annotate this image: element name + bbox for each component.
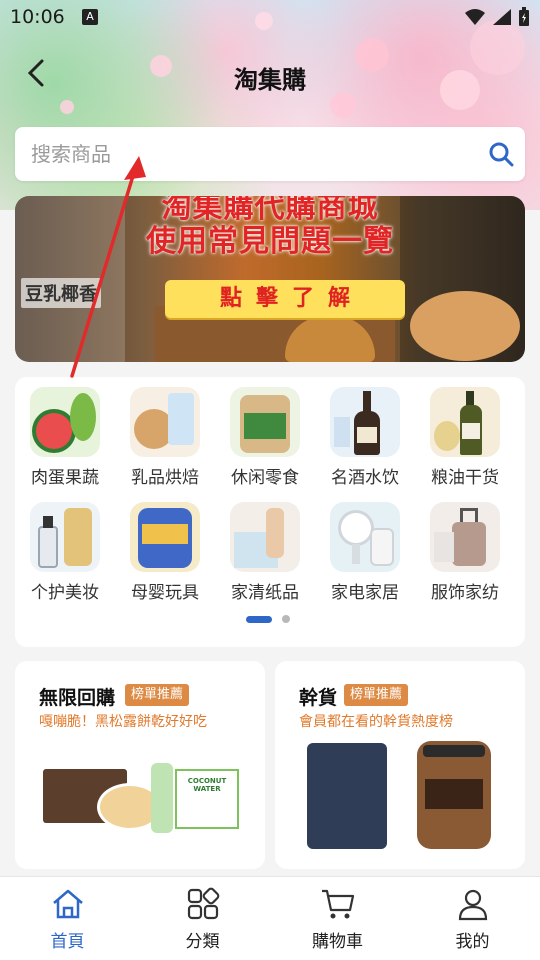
category-label: 乳品烘焙 (131, 468, 199, 488)
nav-label: 購物車 (312, 932, 363, 952)
wine-icon (330, 387, 400, 457)
status-bar: 10:06 A (0, 0, 540, 36)
category-item-fruit-vegetable[interactable]: 肉蛋果蔬 (15, 387, 115, 488)
nav-item-cart[interactable]: 購物車 (270, 877, 405, 960)
promo-card-dried-goods[interactable]: 幹貨 榜單推薦 會員都在看的幹貨熱度榜 (275, 661, 525, 869)
category-item-apparel[interactable]: 服饰家纺 (415, 502, 515, 603)
promo-card-repurchase[interactable]: 無限回購 榜單推薦 嘎嘣脆！黑松露餅乾好好吃 COCONUT WATER (15, 661, 265, 869)
home-icon (52, 889, 83, 919)
nav-label: 首頁 (50, 932, 85, 952)
category-item-appliances[interactable]: 家电家居 (315, 502, 415, 603)
search-input[interactable] (31, 127, 471, 181)
category-label: 母婴玩具 (131, 583, 199, 603)
luggage-icon (430, 502, 500, 572)
notification-icon: A (82, 9, 98, 25)
product-image-jar (417, 741, 491, 849)
category-item-household-paper[interactable]: 家清纸品 (215, 502, 315, 603)
signal-icon (493, 9, 511, 25)
promo-badge: 榜單推薦 (344, 684, 409, 706)
nav-item-profile[interactable]: 我的 (405, 877, 540, 960)
appliance-icon (330, 502, 400, 572)
nav-label: 我的 (455, 932, 490, 952)
product-image-bottle (151, 763, 173, 833)
category-label: 个护美妆 (31, 583, 99, 603)
snack-icon (230, 387, 300, 457)
product-image-bag (307, 743, 387, 849)
carousel-pager (246, 615, 290, 623)
nav-label: 分類 (185, 932, 220, 952)
category-label: 名酒水饮 (331, 468, 399, 488)
category-item-snack[interactable]: 休闲零食 (215, 387, 315, 488)
battery-icon (519, 7, 529, 26)
product-image-coconut-box: COCONUT WATER (175, 769, 239, 829)
category-item-cosmetics[interactable]: 个护美妆 (15, 502, 115, 603)
category-item-wine[interactable]: 名酒水饮 (315, 387, 415, 488)
pager-dot[interactable] (282, 615, 290, 623)
cosmetics-icon (30, 502, 100, 572)
search-icon[interactable] (487, 140, 515, 168)
promo-badge: 榜單推薦 (125, 684, 190, 706)
status-time: 10:06 (10, 6, 65, 28)
product-label-coconut-water: COCONUT WATER (187, 777, 227, 793)
category-item-dairy-bakery[interactable]: 乳品烘焙 (115, 387, 215, 488)
page-title: 淘集購 (234, 66, 306, 94)
banner-side-text: 豆乳椰香 (21, 278, 101, 308)
promo-banner[interactable]: 淘集購代購商城 使用常見問題一覽 豆乳椰香 點擊了解 (15, 196, 525, 362)
banner-cta-button[interactable]: 點擊了解 (165, 280, 405, 318)
wifi-icon (465, 9, 485, 25)
category-label: 家电家居 (331, 583, 399, 603)
category-label: 休闲零食 (231, 468, 299, 488)
banner-headline: 使用常見問題一覽 (146, 224, 394, 259)
promo-subtitle: 會員都在看的幹貨熱度榜 (299, 714, 453, 730)
nav-item-home[interactable]: 首頁 (0, 877, 135, 960)
nav-item-category[interactable]: 分類 (135, 877, 270, 960)
category-label: 家清纸品 (231, 583, 299, 603)
pager-dot-active[interactable] (246, 615, 272, 623)
category-item-oil[interactable]: 粮油干货 (415, 387, 515, 488)
dairy-bakery-icon (130, 387, 200, 457)
promo-title: 無限回購 (39, 687, 116, 709)
category-label: 粮油干货 (431, 468, 499, 488)
tissue-icon (230, 502, 300, 572)
promo-subtitle: 嘎嘣脆！黑松露餅乾好好吃 (39, 714, 207, 730)
category-label: 服饰家纺 (431, 583, 499, 603)
cart-icon (321, 889, 354, 919)
baby-formula-icon (130, 502, 200, 572)
category-icon (187, 887, 219, 920)
profile-icon (458, 889, 487, 921)
search-bar[interactable] (15, 127, 525, 181)
category-label: 肉蛋果蔬 (31, 468, 99, 488)
category-grid: 肉蛋果蔬 乳品烘焙 休闲零食 名酒水饮 粮油干货 个护美妆 母婴玩具 家清纸品 … (15, 377, 525, 647)
bottom-nav: 首頁 分類 購物車 我的 (0, 876, 540, 960)
category-item-baby-toys[interactable]: 母婴玩具 (115, 502, 215, 603)
status-icons (464, 7, 530, 27)
fruit-vegetable-icon (30, 387, 100, 457)
oil-icon (430, 387, 500, 457)
promo-title: 幹貨 (299, 687, 338, 709)
